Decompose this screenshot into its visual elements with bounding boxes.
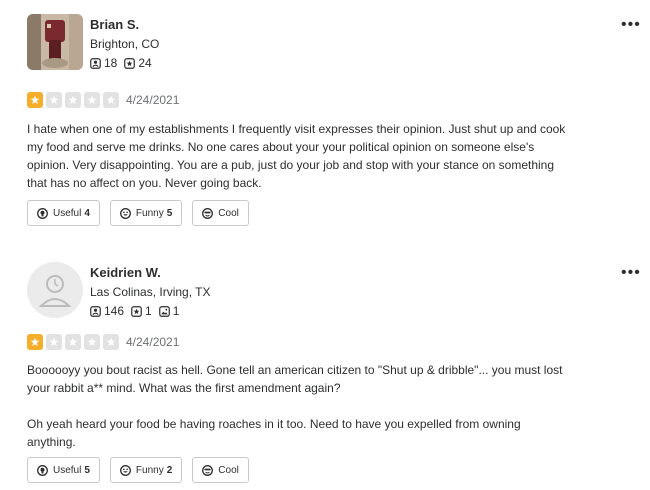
star-icon: [65, 92, 81, 108]
star-icon: [27, 92, 43, 108]
useful-count: 5: [84, 464, 90, 476]
star-icon: [84, 334, 100, 350]
funny-button[interactable]: Funny 5: [109, 200, 183, 226]
reviews-count: 24: [138, 56, 152, 70]
funny-label: Funny: [135, 207, 164, 219]
funny-button[interactable]: Funny 2: [109, 457, 183, 483]
photo-icon: [158, 305, 170, 317]
photos-count: 1: [172, 304, 180, 318]
useful-button[interactable]: Useful 5: [27, 457, 100, 483]
review-star-icon: [131, 305, 142, 317]
cool-button[interactable]: Cool: [192, 457, 249, 483]
user-name[interactable]: Brian S.: [90, 17, 139, 32]
useful-label: Useful: [53, 464, 82, 476]
review-text: I hate when one of my establishments I f…: [27, 120, 567, 210]
funny-label: Funny: [135, 464, 164, 476]
review-paragraph: Boooooyy you bout racist as hell. Gone t…: [27, 363, 563, 395]
cool-button[interactable]: Cool: [192, 200, 249, 226]
useful-count: 4: [84, 207, 90, 219]
photos-stat: 1: [158, 304, 180, 318]
user-location: Las Colinas, Irving, TX: [90, 285, 211, 299]
friends-stat: 18: [90, 56, 117, 70]
cool-label: Cool: [218, 464, 239, 476]
friends-icon: [90, 305, 101, 317]
lightbulb-icon: [37, 464, 48, 476]
star-rating: [27, 334, 122, 350]
funny-face-icon: [119, 207, 131, 219]
reviews-stat: 1: [131, 304, 152, 318]
funny-face-icon: [119, 464, 131, 476]
review-text: Boooooyy you bout racist as hell. Gone t…: [27, 361, 567, 469]
cool-face-icon: [202, 464, 214, 476]
friends-count: 18: [104, 56, 118, 70]
review-actions: Useful 4 Funny 5 Cool: [27, 200, 259, 226]
cool-label: Cool: [218, 207, 239, 219]
avatar[interactable]: [27, 262, 83, 318]
user-stats: 18 24: [90, 56, 159, 70]
useful-button[interactable]: Useful 4: [27, 200, 100, 226]
more-options-button[interactable]: •••: [621, 265, 641, 281]
star-rating: [27, 92, 122, 108]
lightbulb-icon: [37, 207, 48, 219]
star-icon: [103, 334, 119, 350]
star-icon: [103, 92, 119, 108]
funny-count: 2: [166, 464, 173, 476]
star-icon: [46, 92, 62, 108]
friends-stat: 146: [90, 304, 124, 318]
more-options-button[interactable]: •••: [621, 17, 641, 33]
cool-face-icon: [202, 207, 214, 219]
review-date: 4/24/2021: [126, 335, 180, 349]
star-icon: [65, 334, 81, 350]
avatar[interactable]: [27, 14, 83, 70]
review-star-icon: [124, 57, 136, 69]
review-paragraph: Oh yeah heard your food be having roache…: [27, 417, 521, 449]
reviews-count: 1: [145, 304, 152, 318]
funny-count: 5: [166, 207, 173, 219]
star-icon: [27, 334, 43, 350]
reviews-stat: 24: [124, 56, 152, 70]
friends-icon: [90, 57, 101, 69]
review-paragraph: I hate when one of my establishments I f…: [27, 122, 566, 190]
friends-count: 146: [104, 304, 125, 318]
user-location: Brighton, CO: [90, 37, 160, 51]
useful-label: Useful: [53, 207, 82, 219]
review-date: 4/24/2021: [126, 93, 180, 107]
user-stats: 146 1 1: [90, 304, 186, 318]
star-icon: [84, 92, 100, 108]
user-name[interactable]: Keidrien W.: [90, 265, 161, 280]
star-icon: [46, 334, 62, 350]
review-actions: Useful 5 Funny 2 Cool: [27, 457, 259, 483]
